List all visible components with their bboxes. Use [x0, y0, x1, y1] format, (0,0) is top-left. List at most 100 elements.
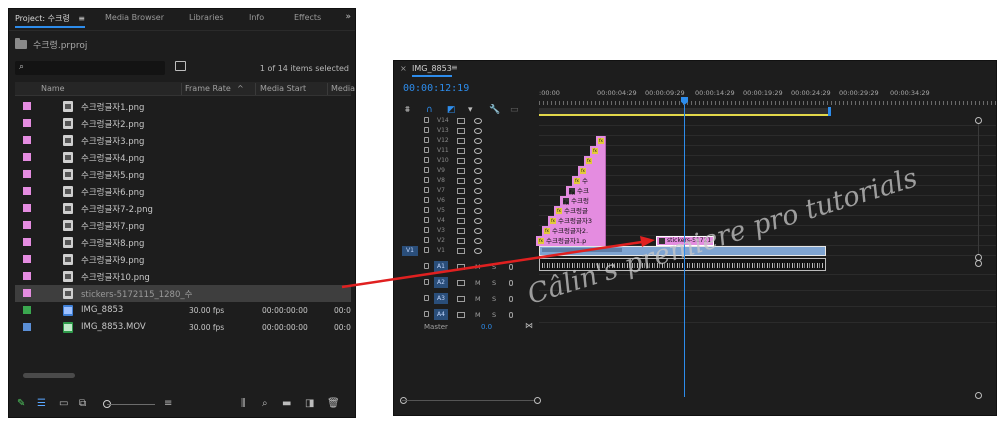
col-frame-rate[interactable]: Frame Rate — [185, 84, 231, 93]
trash-icon[interactable]: 🗑 — [327, 398, 340, 409]
sync-lock-icon[interactable] — [457, 218, 465, 224]
mute-button[interactable]: M — [475, 279, 481, 287]
mute-button[interactable]: M — [475, 295, 481, 303]
sync-lock-icon[interactable] — [457, 168, 465, 174]
project-item-row[interactable]: 수크렁글자3.png — [15, 132, 351, 149]
tab-effects[interactable]: Effects — [294, 13, 321, 22]
col-media[interactable]: Media — [331, 84, 355, 93]
automate-to-sequence-icon[interactable]: ⫼ — [241, 398, 246, 409]
lock-icon[interactable] — [424, 127, 429, 133]
track-name[interactable]: V11 — [437, 147, 449, 154]
playhead-timecode[interactable]: 00:00:12:19 — [403, 83, 469, 94]
label-color-swatch[interactable] — [23, 238, 31, 246]
tab-info[interactable]: Info — [249, 13, 264, 22]
eye-icon[interactable] — [474, 208, 482, 214]
title-clip-v8[interactable]: fx 수 — [572, 176, 606, 186]
title-clip-v10[interactable]: fx — [584, 156, 606, 166]
project-item-row[interactable]: 수크렁글자5.png — [15, 166, 351, 183]
title-clip-v5[interactable]: fx 수크렁글 — [554, 206, 606, 216]
project-item-row[interactable]: stickers-5172115_1280_수 — [15, 285, 351, 302]
tab-media-browser[interactable]: Media Browser — [105, 13, 164, 22]
lock-icon[interactable] — [424, 157, 429, 163]
track-name[interactable]: V4 — [437, 217, 445, 224]
eye-icon[interactable] — [474, 158, 482, 164]
project-item-row[interactable]: 수크렁글자6.png — [15, 183, 351, 200]
sync-lock-icon[interactable] — [457, 280, 465, 286]
new-search-bin-icon[interactable] — [175, 61, 186, 71]
col-media-start[interactable]: Media Start — [260, 84, 306, 93]
sort-icon[interactable]: ≡ — [164, 398, 172, 409]
sync-lock-icon[interactable] — [457, 188, 465, 194]
label-color-swatch[interactable] — [23, 306, 31, 314]
bowtie-icon[interactable]: ⋈ — [525, 321, 533, 330]
title-clip-v9[interactable]: fx — [578, 166, 606, 176]
linked-selection-icon[interactable]: ◩ — [447, 105, 456, 115]
timeline-horizontal-scrollbar[interactable] — [402, 400, 537, 401]
track-name[interactable]: V9 — [437, 167, 445, 174]
tab-project[interactable]: Project: 수크령 ≡ — [15, 13, 85, 28]
hamburger-icon[interactable]: ≡ — [78, 14, 85, 23]
lock-icon[interactable] — [424, 295, 429, 301]
sync-lock-icon[interactable] — [457, 312, 465, 318]
title-clip-v2[interactable]: fx 수크렁글자1.p — [536, 236, 606, 246]
snap-icon[interactable]: ∩ — [426, 105, 433, 115]
project-item-row[interactable]: 수크렁글자10.png — [15, 268, 351, 285]
label-color-swatch[interactable] — [23, 255, 31, 263]
title-clip-v12[interactable]: fx — [596, 136, 606, 146]
lock-icon[interactable] — [424, 263, 429, 269]
track-name[interactable]: V2 — [437, 237, 445, 244]
audio-track-a3[interactable]: A3 M S — [394, 291, 996, 307]
lock-icon[interactable] — [424, 167, 429, 173]
video-track-v13[interactable]: V13 — [394, 126, 996, 136]
video-track-v5[interactable]: V5 — [394, 206, 996, 216]
track-name[interactable]: V12 — [437, 137, 449, 144]
track-name[interactable]: V10 — [437, 157, 449, 164]
sync-lock-icon[interactable] — [457, 296, 465, 302]
title-clip-v7[interactable]: fx 수크 — [566, 186, 606, 196]
sync-lock-icon[interactable] — [457, 198, 465, 204]
track-name[interactable]: V1 — [437, 247, 445, 254]
solo-button[interactable]: S — [492, 311, 496, 319]
video-track-v4[interactable]: V4 — [394, 216, 996, 226]
lock-icon[interactable] — [424, 237, 429, 243]
label-color-swatch[interactable] — [23, 136, 31, 144]
source-patch-v1[interactable]: V1 — [402, 246, 418, 256]
eye-icon[interactable] — [474, 218, 482, 224]
search-input[interactable]: ⌕ — [15, 61, 165, 75]
mute-button[interactable]: M — [475, 311, 481, 319]
sync-lock-icon[interactable] — [457, 208, 465, 214]
add-marker-icon[interactable]: ▾ — [468, 105, 473, 115]
microphone-icon[interactable] — [509, 280, 513, 286]
solo-button[interactable]: S — [492, 279, 496, 287]
video-zoom-knob-top[interactable] — [975, 117, 982, 124]
microphone-icon[interactable] — [509, 296, 513, 302]
lock-icon[interactable] — [424, 177, 429, 183]
mute-button[interactable]: M — [475, 263, 481, 271]
track-target-a3[interactable]: A3 — [434, 293, 448, 304]
project-item-row[interactable]: 수크렁글자8.png — [15, 234, 351, 251]
audio-zoom-knob-bottom[interactable] — [975, 392, 982, 399]
label-color-swatch[interactable] — [23, 323, 31, 331]
hamburger-icon[interactable]: ≡ — [451, 63, 458, 72]
eye-icon[interactable] — [474, 148, 482, 154]
solo-button[interactable]: S — [492, 263, 496, 271]
captions-icon[interactable]: ▭ — [510, 105, 519, 115]
eye-icon[interactable] — [474, 228, 482, 234]
eye-icon[interactable] — [474, 238, 482, 244]
sync-lock-icon[interactable] — [457, 264, 465, 270]
lock-icon[interactable] — [424, 217, 429, 223]
solo-button[interactable]: S — [492, 295, 496, 303]
title-clip-v11[interactable]: fx — [590, 146, 606, 156]
horizontal-scrollbar[interactable] — [23, 373, 75, 378]
eye-icon[interactable] — [474, 128, 482, 134]
find-icon[interactable]: ⌕ — [262, 398, 268, 409]
sync-lock-icon[interactable] — [457, 158, 465, 164]
track-target-a4[interactable]: A4 — [434, 309, 448, 320]
new-bin-icon[interactable]: ▬ — [282, 398, 291, 409]
new-item-icon[interactable]: ◨ — [305, 398, 314, 409]
track-target-a2[interactable]: A2 — [434, 277, 448, 288]
master-volume-value[interactable]: 0.0 — [481, 323, 492, 331]
lock-icon[interactable] — [424, 247, 429, 253]
label-color-swatch[interactable] — [23, 221, 31, 229]
audio-zoom-knob-top[interactable] — [975, 260, 982, 267]
